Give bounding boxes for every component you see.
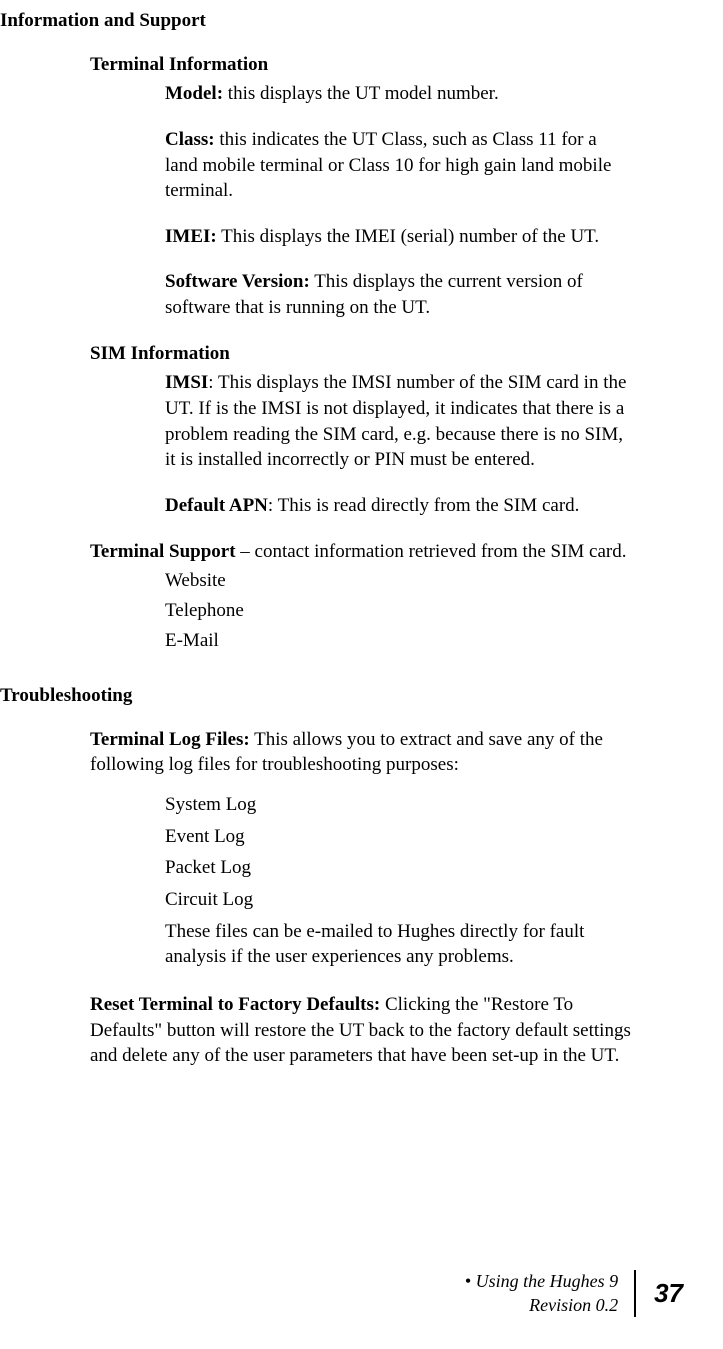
list-item-event-log: Event Log — [165, 824, 633, 850]
text-imei: This displays the IMEI (serial) number o… — [217, 226, 599, 247]
label-imsi: IMSI — [165, 372, 208, 393]
text-logs-note: These files can be e-mailed to Hughes di… — [165, 919, 633, 970]
definition-software-version: Software Version: This displays the curr… — [165, 269, 633, 320]
list-item-packet-log: Packet Log — [165, 855, 633, 881]
footer-line-1: • Using the Hughes 9 — [465, 1270, 618, 1293]
text-model: this displays the UT model number. — [223, 83, 499, 104]
definition-class: Class: this indicates the UT Class, such… — [165, 127, 633, 204]
paragraph-terminal-support: Terminal Support – contact information r… — [90, 539, 633, 565]
list-item-system-log: System Log — [165, 792, 633, 818]
text-terminal-support: – contact information retrieved from the… — [236, 541, 627, 562]
definition-imsi: IMSI: This displays the IMSI number of t… — [165, 370, 633, 473]
paragraph-terminal-log-files: Terminal Log Files: This allows you to e… — [90, 727, 633, 778]
definition-default-apn: Default APN: This is read directly from … — [165, 493, 633, 519]
subheading-sim-information: SIM Information — [90, 341, 633, 367]
section-heading-troubleshooting: Troubleshooting — [0, 683, 633, 709]
label-model: Model: — [165, 83, 223, 104]
label-terminal-log-files: Terminal Log Files: — [90, 729, 250, 750]
label-class: Class: — [165, 129, 215, 150]
list-item-circuit-log: Circuit Log — [165, 887, 633, 913]
text-imsi: : This displays the IMSI number of the S… — [165, 372, 626, 470]
subheading-terminal-information: Terminal Information — [90, 52, 633, 78]
list-item-website: Website — [165, 568, 633, 594]
footer-line-2: Revision 0.2 — [465, 1294, 618, 1317]
footer-text: • Using the Hughes 9 Revision 0.2 — [465, 1270, 636, 1317]
footer-page-number: 37 — [654, 1276, 683, 1311]
section-heading-info-support: Information and Support — [0, 8, 633, 34]
label-imei: IMEI: — [165, 226, 217, 247]
page-footer: • Using the Hughes 9 Revision 0.2 37 — [465, 1270, 683, 1317]
label-default-apn: Default APN — [165, 495, 268, 516]
list-item-telephone: Telephone — [165, 598, 633, 624]
definition-imei: IMEI: This displays the IMEI (serial) nu… — [165, 224, 633, 250]
text-class: this indicates the UT Class, such as Cla… — [165, 129, 611, 201]
label-software-version: Software Version: — [165, 271, 310, 292]
paragraph-reset-factory: Reset Terminal to Factory Defaults: Clic… — [90, 992, 633, 1069]
definition-model: Model: this displays the UT model number… — [165, 81, 633, 107]
list-item-email: E-Mail — [165, 628, 633, 654]
label-terminal-support: Terminal Support — [90, 541, 236, 562]
label-reset-factory: Reset Terminal to Factory Defaults: — [90, 994, 380, 1015]
text-default-apn: : This is read directly from the SIM car… — [268, 495, 580, 516]
